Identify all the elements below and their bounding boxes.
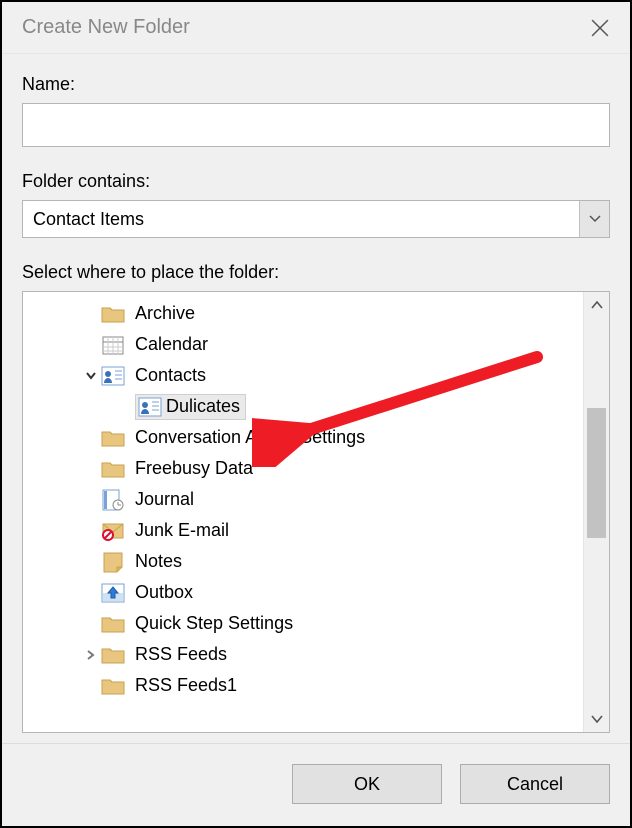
dialog-body: Name: Folder contains: Contact Items Sel… xyxy=(2,54,630,743)
tree-item[interactable]: Junk E-mail xyxy=(23,515,583,546)
tree-item-label: Quick Step Settings xyxy=(135,613,293,634)
cancel-button[interactable]: Cancel xyxy=(460,764,610,804)
tree-item-label: Conversation Action Settings xyxy=(135,427,365,448)
scrollbar[interactable] xyxy=(583,292,609,732)
folder-icon xyxy=(101,644,125,666)
contains-value: Contact Items xyxy=(33,209,144,230)
expander-open-icon[interactable] xyxy=(81,370,101,382)
journal-icon xyxy=(101,489,125,511)
folder-icon xyxy=(101,458,125,480)
tree-item[interactable]: Quick Step Settings xyxy=(23,608,583,639)
scrollbar-track[interactable] xyxy=(584,318,609,706)
tree-item-label: Notes xyxy=(135,551,182,572)
name-label: Name: xyxy=(22,74,610,95)
create-folder-dialog: Create New Folder Name: Folder contains:… xyxy=(0,0,632,828)
contains-dropdown[interactable]: Contact Items xyxy=(22,200,610,238)
tree-item-label: Archive xyxy=(135,303,195,324)
folder-tree-viewport[interactable]: Archive Calendar Contacts Dulicates Conversa… xyxy=(23,292,583,732)
scrollbar-thumb[interactable] xyxy=(587,408,606,538)
tree-item-label: Outbox xyxy=(135,582,193,603)
folder-icon xyxy=(101,303,125,325)
expander-closed-icon[interactable] xyxy=(81,649,101,661)
tree-item[interactable]: Contacts xyxy=(23,360,583,391)
tree-item[interactable]: RSS Feeds1 xyxy=(23,670,583,701)
outbox-icon xyxy=(101,582,125,604)
contact-icon xyxy=(101,365,125,387)
titlebar: Create New Folder xyxy=(2,2,630,54)
contains-label: Folder contains: xyxy=(22,171,610,192)
tree-item-label: Freebusy Data xyxy=(135,458,253,479)
tree-item[interactable]: Journal xyxy=(23,484,583,515)
tree-item-label: Journal xyxy=(135,489,194,510)
tree-item-label: Junk E-mail xyxy=(135,520,229,541)
tree-item[interactable]: Archive xyxy=(23,298,583,329)
place-label: Select where to place the folder: xyxy=(22,262,610,283)
tree-item[interactable]: Notes xyxy=(23,546,583,577)
tree-item-label: Dulicates xyxy=(135,394,246,420)
ok-button[interactable]: OK xyxy=(292,764,442,804)
tree-item[interactable]: Freebusy Data xyxy=(23,453,583,484)
button-row: OK Cancel xyxy=(2,743,630,826)
folder-icon xyxy=(101,675,125,697)
folder-tree: Archive Calendar Contacts Dulicates Conversa… xyxy=(22,291,610,733)
junk-icon xyxy=(101,520,125,542)
scroll-up-icon[interactable] xyxy=(584,292,610,318)
contact-icon xyxy=(138,396,162,418)
chevron-down-icon[interactable] xyxy=(579,201,609,237)
name-input[interactable] xyxy=(22,103,610,147)
tree-item-label: RSS Feeds1 xyxy=(135,675,237,696)
tree-item-label: Contacts xyxy=(135,365,206,386)
dialog-title: Create New Folder xyxy=(22,16,190,39)
folder-icon xyxy=(101,427,125,449)
tree-item[interactable]: Conversation Action Settings xyxy=(23,422,583,453)
calendar-icon xyxy=(101,334,125,356)
tree-item[interactable]: Calendar xyxy=(23,329,583,360)
notes-icon xyxy=(101,551,125,573)
close-icon[interactable] xyxy=(586,14,614,42)
scroll-down-icon[interactable] xyxy=(584,706,610,732)
tree-item[interactable]: Outbox xyxy=(23,577,583,608)
tree-item[interactable]: Dulicates xyxy=(23,391,583,422)
tree-item[interactable]: RSS Feeds xyxy=(23,639,583,670)
tree-item-label: Calendar xyxy=(135,334,208,355)
tree-item-label: RSS Feeds xyxy=(135,644,227,665)
folder-icon xyxy=(101,613,125,635)
